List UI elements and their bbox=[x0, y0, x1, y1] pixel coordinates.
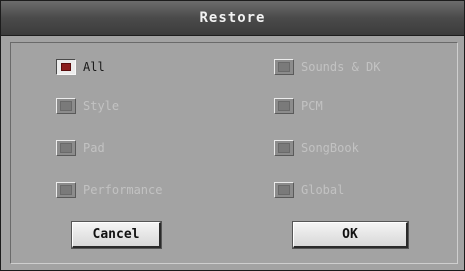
option-all[interactable]: All bbox=[56, 59, 105, 75]
dialog-title: Restore bbox=[1, 1, 464, 36]
performance-checkbox[interactable] bbox=[56, 182, 76, 198]
restore-dialog: Restore All Style Pad Performance Sounds… bbox=[0, 0, 465, 271]
all-label: All bbox=[83, 60, 105, 74]
all-checkbox[interactable] bbox=[56, 59, 76, 75]
option-pad[interactable]: Pad bbox=[56, 140, 105, 156]
sounds-dk-checkbox[interactable] bbox=[274, 59, 294, 75]
option-songbook[interactable]: SongBook bbox=[274, 140, 359, 156]
pcm-checkbox[interactable] bbox=[274, 98, 294, 114]
option-sounds-dk[interactable]: Sounds & DK bbox=[274, 59, 380, 75]
ok-button[interactable]: OK bbox=[292, 221, 409, 249]
performance-label: Performance bbox=[83, 183, 163, 197]
songbook-checkbox[interactable] bbox=[274, 140, 294, 156]
pcm-label: PCM bbox=[301, 99, 323, 113]
option-pcm[interactable]: PCM bbox=[274, 98, 323, 114]
pad-checkbox[interactable] bbox=[56, 140, 76, 156]
style-checkbox[interactable] bbox=[56, 98, 76, 114]
checkmark-icon bbox=[61, 63, 71, 71]
option-global[interactable]: Global bbox=[274, 182, 344, 198]
global-checkbox[interactable] bbox=[274, 182, 294, 198]
option-performance[interactable]: Performance bbox=[56, 182, 162, 198]
sounds-dk-label: Sounds & DK bbox=[301, 60, 381, 74]
style-label: Style bbox=[83, 99, 120, 113]
global-label: Global bbox=[301, 183, 345, 197]
cancel-button[interactable]: Cancel bbox=[71, 221, 162, 249]
songbook-label: SongBook bbox=[301, 141, 359, 155]
pad-label: Pad bbox=[83, 141, 105, 155]
option-style[interactable]: Style bbox=[56, 98, 119, 114]
